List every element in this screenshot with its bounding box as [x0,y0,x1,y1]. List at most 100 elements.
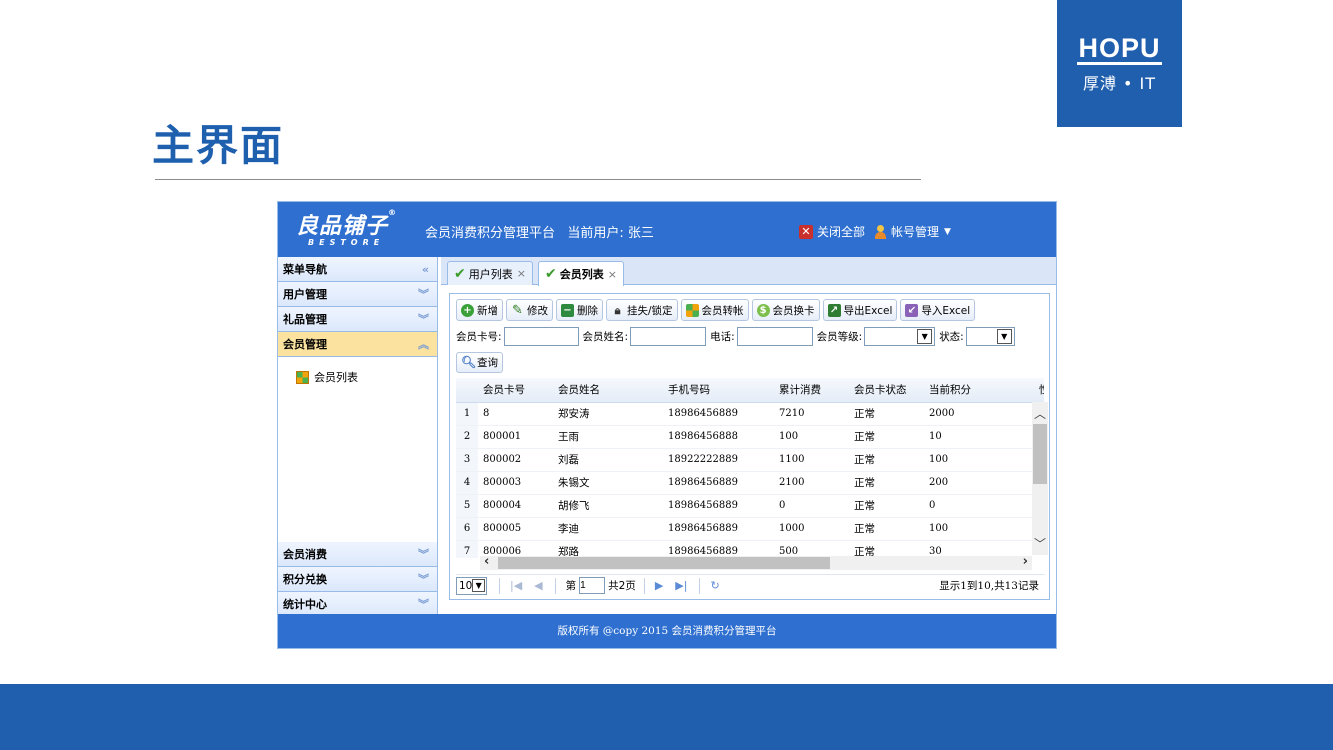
sidebar-item-label: 积分兑换 [283,573,327,586]
status-cell: 正常 [849,402,924,426]
points-cell: 10 [924,425,1034,449]
last-page-icon[interactable]: ▶| [675,579,687,592]
column-header[interactable]: 会员姓名 [553,378,663,403]
points-cell: 2000 [924,402,1034,426]
first-page-icon[interactable]: |◀ [510,579,522,592]
chevron-down-icon: ▼ [472,579,485,592]
sidebar-item-gift-mgmt[interactable]: 礼品管理 ︾ [278,307,437,332]
member-name-input[interactable] [630,327,707,346]
edit-button[interactable]: ✎ 修改 [506,299,553,321]
chevron-down-icon: ︾ [418,548,429,561]
tab-user-list[interactable]: ✔ 用户列表 × [447,261,533,285]
sidebar-leaf-member-list[interactable]: 会员列表 [296,369,437,385]
transfer-label: 会员转帐 [701,304,744,317]
vertical-scrollbar[interactable]: ︿ ﹀ [1032,402,1048,555]
table-row[interactable]: 6 800005 李迪 18986456889 1000 正常 100 [456,517,1044,541]
import-excel-button[interactable]: ↙ 导入Excel [900,299,976,321]
slide-title: 主界面 [152,121,285,170]
page-number-input[interactable] [579,577,606,594]
change-card-button[interactable]: $ 会员换卡 [751,299,820,321]
account-menu-button[interactable]: 帐号管理 ▼ [874,223,951,240]
add-label: 新增 [477,304,498,317]
tab-close-icon[interactable]: × [608,268,617,281]
row-number: 2 [456,425,478,449]
card-no-label: 会员卡号: [456,331,502,343]
table-row[interactable]: 4 800003 朱锡文 18986456889 2100 正常 200 [456,471,1044,495]
app-header: 良品铺子® BESTORE 会员消费积分管理平台 当前用户: 张三 ✕ 关闭全部… [278,202,1056,257]
status-select[interactable]: ▼ [965,327,1015,346]
main-area: ✔ 用户列表 × ✔ 会员列表 × + 新增 ✎ 修改 − 删除 🔒︎ 挂失/锁定 会员… [441,257,1056,614]
table-row[interactable]: 5 800004 胡修飞 18986456889 0 正常 0 [456,494,1044,518]
status-label: 状态: [939,331,964,343]
phone-label: 电话: [710,331,735,343]
column-header[interactable]: 累计消费 [774,378,849,403]
name-cell: 刘磊 [553,448,663,472]
level-select[interactable]: ▼ [864,327,936,346]
tab-member-list[interactable]: ✔ 会员列表 × [538,261,624,286]
tab-close-icon[interactable]: × [517,267,526,280]
sidebar-item-label: 会员消费 [283,548,327,561]
transfer-button[interactable]: 会员转帐 [680,299,749,321]
name-cell: 王雨 [553,425,663,449]
bottom-band [0,684,1333,750]
close-all-label: 关闭全部 [817,225,866,239]
brand-english: BESTORE [308,238,385,247]
hopu-logo: HOPU 厚溥 • IT [1057,0,1182,127]
collapse-left-icon[interactable]: « [422,263,429,276]
export-excel-button[interactable]: ↗ 导出Excel [822,299,898,321]
close-all-button[interactable]: ✕ 关闭全部 [799,223,865,240]
scroll-left-icon[interactable]: ‹ [484,554,489,569]
query-label: 查询 [477,357,498,369]
sidebar-item-points-exchange[interactable]: 积分兑换 ︾ [278,567,437,592]
page-size-select[interactable]: 10 ▼ [456,576,487,595]
brand-name: 良品铺子 [296,214,389,239]
row-number: 7 [456,540,478,558]
sidebar-nav-title[interactable]: 菜单导航 « [278,257,437,282]
tab-bar: ✔ 用户列表 × ✔ 会员列表 × [441,257,1056,286]
sidebar-item-member-mgmt[interactable]: 会员管理 ︽ [278,332,437,357]
table-row[interactable]: 1 8 郑安涛 18986456889 7210 正常 2000 [456,402,1044,426]
add-button[interactable]: + 新增 [456,299,503,321]
card-no-input[interactable] [503,327,579,346]
delete-button[interactable]: − 删除 [556,299,603,321]
scrollbar-thumb[interactable] [1033,424,1047,484]
column-header[interactable]: 手机号码 [663,378,774,403]
name-cell: 胡修飞 [553,494,663,518]
toolbar: + 新增 ✎ 修改 − 删除 🔒︎ 挂失/锁定 会员转帐 $ 会员换卡 ↗ 导出Excel … [456,299,978,321]
column-header[interactable]: 性 [1034,378,1044,403]
scroll-right-icon[interactable]: › [1023,554,1028,569]
grid-icon [685,303,699,317]
scrollbar-thumb[interactable] [498,557,830,569]
chevron-down-icon: ︾ [418,598,429,611]
member-list-panel: + 新增 ✎ 修改 − 删除 🔒︎ 挂失/锁定 会员转帐 $ 会员换卡 ↗ 导出Excel … [449,293,1050,600]
column-header[interactable]: 当前积分 [924,378,1034,403]
phone-cell: 18922222889 [663,448,774,472]
status-cell: 正常 [849,448,924,472]
query-button[interactable]: 🔍︎ 查询 [456,352,503,373]
lock-button[interactable]: 🔒︎ 挂失/锁定 [606,299,678,321]
scroll-up-icon[interactable]: ︿ [1034,405,1046,422]
column-header[interactable]: 会员卡号 [478,378,553,403]
card-no-cell: 800002 [478,448,553,472]
table-row[interactable]: 3 800002 刘磊 18922222889 1100 正常 100 [456,448,1044,472]
delete-label: 删除 [577,304,598,317]
column-header[interactable]: 会员卡状态 [849,378,924,403]
member-name-label: 会员姓名: [582,331,629,343]
page-total: 共2页 [608,580,636,592]
horizontal-scrollbar[interactable]: ‹ › [480,554,1032,570]
card-no-cell: 800001 [478,425,553,449]
minus-icon: − [561,303,574,317]
sidebar-item-member-spend[interactable]: 会员消费 ︾ [278,542,437,567]
table-row[interactable]: 2 800001 王雨 18986456888 100 正常 10 [456,425,1044,449]
phone-input[interactable] [736,327,813,346]
page-prefix: 第 [565,580,577,592]
search-icon: 🔍︎ [461,355,477,369]
sidebar-item-label: 统计中心 [283,598,327,611]
divider [554,577,556,594]
scroll-down-icon[interactable]: ﹀ [1034,535,1046,552]
next-page-icon[interactable]: ▶ [655,579,663,592]
change-card-label: 会员换卡 [772,304,815,317]
refresh-icon[interactable]: ↻ [710,579,719,592]
sidebar-item-user-mgmt[interactable]: 用户管理 ︾ [278,282,437,307]
prev-page-icon[interactable]: ◀ [534,579,542,592]
